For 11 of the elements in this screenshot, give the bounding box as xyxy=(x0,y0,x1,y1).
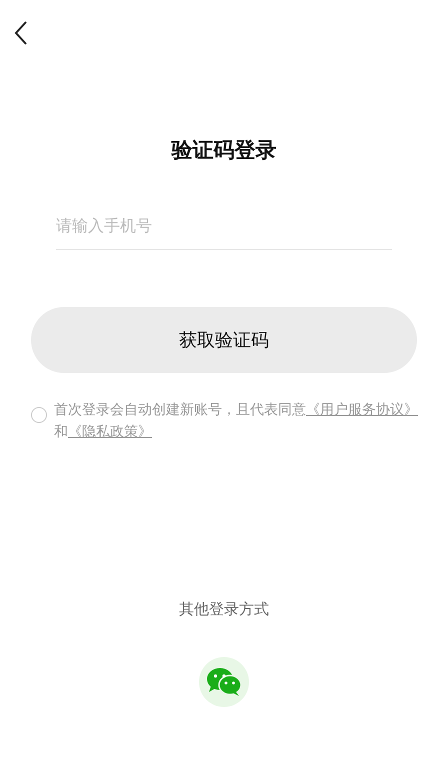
chat-bubbles-icon xyxy=(206,667,242,697)
other-login-label: 其他登录方式 xyxy=(179,600,269,619)
phone-input-field[interactable]: 请输入手机号 xyxy=(56,208,392,250)
agreement-checkbox[interactable] xyxy=(31,407,47,423)
page-title: 验证码登录 xyxy=(172,137,276,164)
agreement-link[interactable]: 《用户服务协议》 xyxy=(306,402,418,418)
get-code-button[interactable]: 获取验证码 xyxy=(31,307,417,373)
back-icon[interactable] xyxy=(14,21,28,45)
agreement-link[interactable]: 《隐私政策》 xyxy=(68,424,152,440)
wechat-login-button[interactable] xyxy=(199,657,249,707)
agreement-text: 首次登录会自动创建新账号，且代表同意《用户服务协议》 和《隐私政策》 xyxy=(54,401,419,442)
